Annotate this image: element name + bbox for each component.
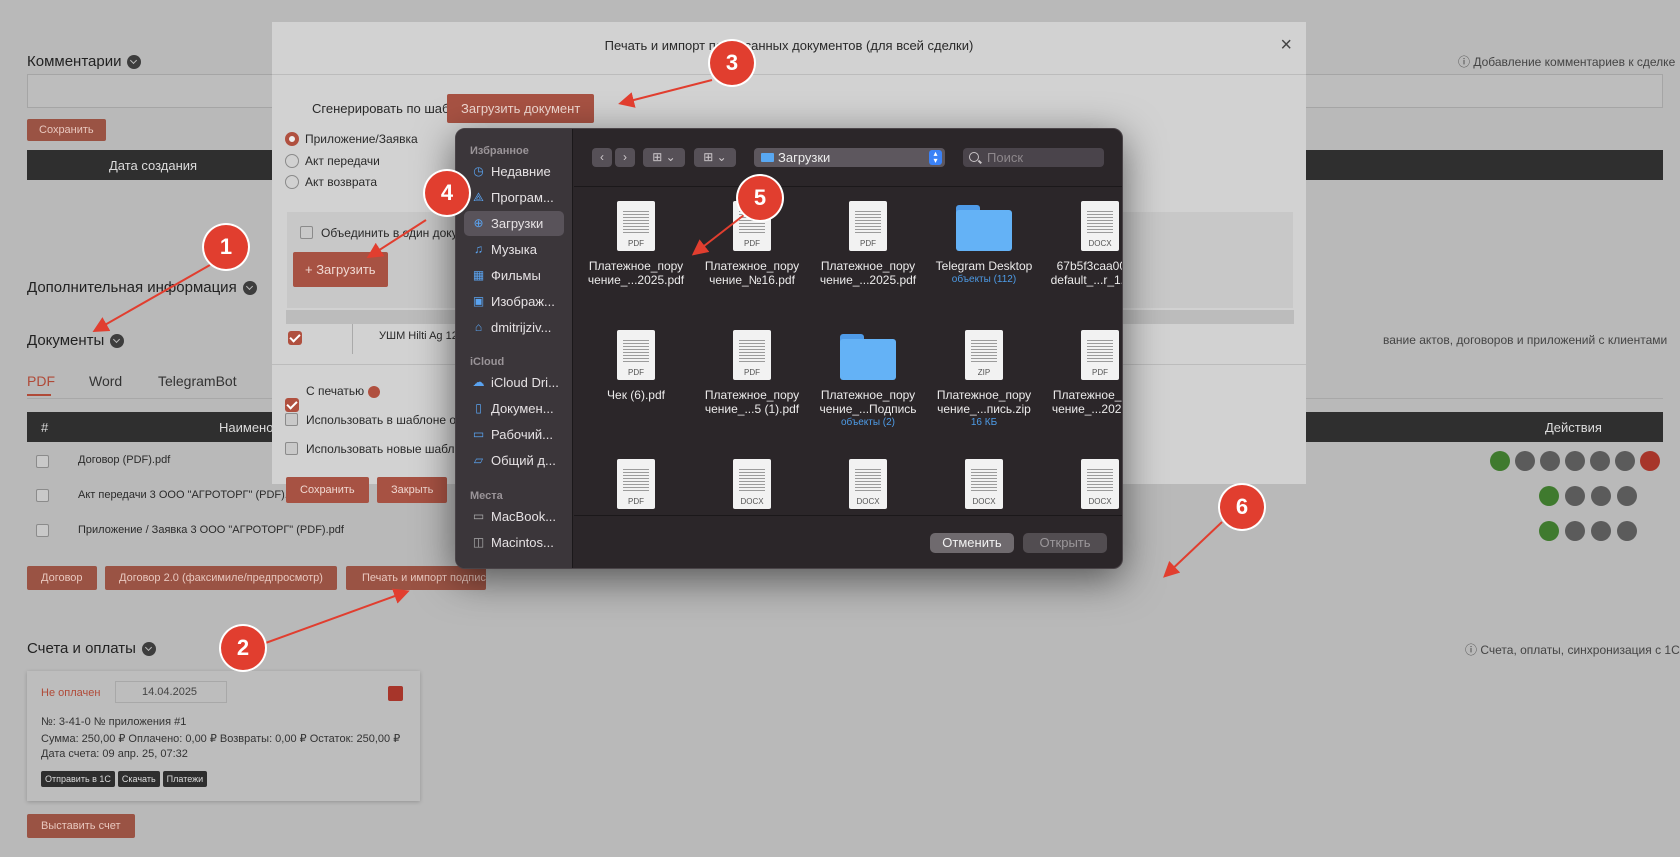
step-marker-4: 4 (425, 171, 469, 215)
step-marker-3: 3 (710, 41, 754, 85)
step-marker-1: 1 (204, 225, 248, 269)
arrow-1 (92, 264, 211, 332)
arrow-2 (259, 588, 410, 646)
arrow-3 (618, 79, 713, 108)
arrow-4 (366, 219, 427, 259)
annotation-arrows (92, 79, 1223, 646)
step-marker-6: 6 (1220, 485, 1264, 529)
arrow-6 (1163, 521, 1223, 578)
arrow-5 (691, 214, 745, 256)
step-marker-5: 5 (738, 176, 782, 220)
step-marker-2: 2 (221, 626, 265, 670)
